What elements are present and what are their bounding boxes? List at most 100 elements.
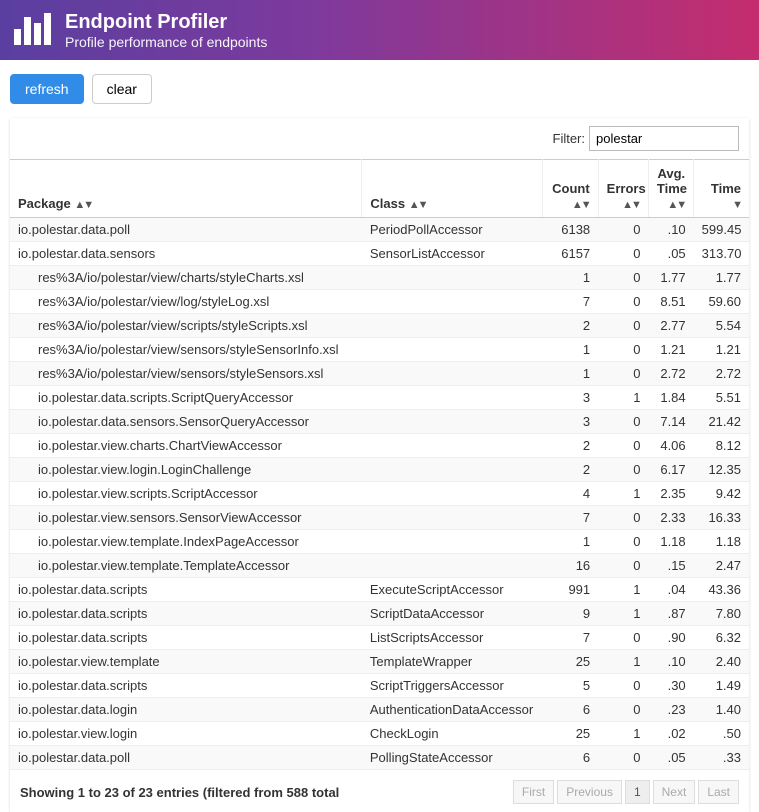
column-header-avg-time[interactable]: Avg. Time ▲▼ <box>648 160 693 218</box>
cell-errors: 0 <box>598 218 648 242</box>
cell-errors: 1 <box>598 482 648 506</box>
refresh-button[interactable]: refresh <box>10 74 84 104</box>
column-header-count[interactable]: Count ▲▼ <box>543 160 598 218</box>
cell-errors: 0 <box>598 674 648 698</box>
cell-errors: 0 <box>598 242 648 266</box>
cell-errors: 1 <box>598 578 648 602</box>
cell-count: 6157 <box>543 242 598 266</box>
table-row[interactable]: io.polestar.view.scripts.ScriptAccessor 4… <box>10 482 749 506</box>
pagination: First Previous 1 Next Last <box>513 780 739 804</box>
cell-package: io.polestar.data.poll <box>10 746 362 770</box>
table-row[interactable]: io.polestar.view.sensors.SensorViewAcces… <box>10 506 749 530</box>
page-previous-button[interactable]: Previous <box>557 780 622 804</box>
cell-count: 3 <box>543 410 598 434</box>
cell-time: 313.70 <box>694 242 749 266</box>
cell-time: 7.80 <box>694 602 749 626</box>
cell-class: ListScriptsAccessor <box>362 626 543 650</box>
table-row[interactable]: io.polestar.data.scriptsScriptTriggersAc… <box>10 674 749 698</box>
table-info: Showing 1 to 23 of 23 entries (filtered … <box>20 785 339 800</box>
cell-time: 6.32 <box>694 626 749 650</box>
cell-count: 2 <box>543 314 598 338</box>
cell-errors: 0 <box>598 410 648 434</box>
cell-count: 991 <box>543 578 598 602</box>
cell-count: 1 <box>543 530 598 554</box>
cell-package: io.polestar.view.scripts.ScriptAccessor <box>10 482 362 506</box>
table-row[interactable]: io.polestar.data.scriptsScriptDataAccess… <box>10 602 749 626</box>
cell-count: 1 <box>543 362 598 386</box>
cell-count: 6 <box>543 698 598 722</box>
table-row[interactable]: res%3A/io/polestar/view/scripts/styleScr… <box>10 314 749 338</box>
cell-time: .33 <box>694 746 749 770</box>
column-header-class[interactable]: Class ▲▼ <box>362 160 543 218</box>
cell-class: PollingStateAccessor <box>362 746 543 770</box>
cell-class: CheckLogin <box>362 722 543 746</box>
table-row[interactable]: io.polestar.data.sensorsSensorListAccess… <box>10 242 749 266</box>
cell-package: io.polestar.data.scripts <box>10 578 362 602</box>
table-row[interactable]: io.polestar.data.scriptsExecuteScriptAcc… <box>10 578 749 602</box>
cell-time: 1.49 <box>694 674 749 698</box>
cell-class <box>362 362 543 386</box>
cell-avg-time: .30 <box>648 674 693 698</box>
cell-time: 5.51 <box>694 386 749 410</box>
table-row[interactable]: res%3A/io/polestar/view/sensors/styleSen… <box>10 362 749 386</box>
cell-package: res%3A/io/polestar/view/sensors/styleSen… <box>10 338 362 362</box>
table-row[interactable]: io.polestar.view.charts.ChartViewAccesso… <box>10 434 749 458</box>
table-row[interactable]: io.polestar.view.template.IndexPageAcces… <box>10 530 749 554</box>
cell-time: 1.18 <box>694 530 749 554</box>
page-first-button[interactable]: First <box>513 780 554 804</box>
table-row[interactable]: res%3A/io/polestar/view/log/styleLog.xsl… <box>10 290 749 314</box>
sort-icon: ▲▼ <box>622 199 640 211</box>
table-row[interactable]: io.polestar.data.pollPeriodPollAccessor6… <box>10 218 749 242</box>
table-row[interactable]: io.polestar.data.scriptsListScriptsAcces… <box>10 626 749 650</box>
cell-time: 2.72 <box>694 362 749 386</box>
column-header-errors[interactable]: Errors ▲▼ <box>598 160 648 218</box>
table-row[interactable]: io.polestar.view.loginCheckLogin251.02.5… <box>10 722 749 746</box>
cell-avg-time: 6.17 <box>648 458 693 482</box>
cell-package: io.polestar.data.sensors <box>10 242 362 266</box>
cell-class <box>362 266 543 290</box>
cell-avg-time: .15 <box>648 554 693 578</box>
table-row[interactable]: io.polestar.view.template.TemplateAccess… <box>10 554 749 578</box>
cell-class <box>362 290 543 314</box>
table-row[interactable]: res%3A/io/polestar/view/charts/styleChar… <box>10 266 749 290</box>
filter-label: Filter: <box>553 131 586 146</box>
cell-errors: 0 <box>598 746 648 770</box>
table-row[interactable]: io.polestar.data.loginAuthenticationData… <box>10 698 749 722</box>
filter-input[interactable] <box>589 126 739 151</box>
clear-button[interactable]: clear <box>92 74 152 104</box>
table-row[interactable]: io.polestar.view.login.LoginChallenge206… <box>10 458 749 482</box>
cell-avg-time: 1.21 <box>648 338 693 362</box>
page-next-button[interactable]: Next <box>653 780 696 804</box>
table-row[interactable]: io.polestar.data.sensors.SensorQueryAcce… <box>10 410 749 434</box>
cell-package: io.polestar.data.scripts.ScriptQueryAcce… <box>10 386 362 410</box>
table-row[interactable]: io.polestar.data.pollPollingStateAccesso… <box>10 746 749 770</box>
column-header-package[interactable]: Package ▲▼ <box>10 160 362 218</box>
cell-class: ScriptTriggersAccessor <box>362 674 543 698</box>
cell-package: io.polestar.data.scripts <box>10 602 362 626</box>
cell-package: io.polestar.data.login <box>10 698 362 722</box>
cell-count: 2 <box>543 458 598 482</box>
cell-class <box>362 338 543 362</box>
column-header-time[interactable]: Time ▼ <box>694 160 749 218</box>
cell-time: 2.47 <box>694 554 749 578</box>
table-row[interactable]: io.polestar.view.templateTemplateWrapper… <box>10 650 749 674</box>
table-row[interactable]: io.polestar.data.scripts.ScriptQueryAcce… <box>10 386 749 410</box>
cell-avg-time: 1.84 <box>648 386 693 410</box>
cell-errors: 0 <box>598 314 648 338</box>
endpoints-table: Package ▲▼ Class ▲▼ Count ▲▼ Errors ▲▼ A… <box>10 159 749 770</box>
data-panel: Filter: Package ▲▼ Class ▲▼ Count ▲▼ <box>10 118 749 812</box>
sort-icon: ▲▼ <box>74 199 92 211</box>
page-current-button[interactable]: 1 <box>625 780 650 804</box>
cell-class <box>362 554 543 578</box>
cell-avg-time: .04 <box>648 578 693 602</box>
cell-package: res%3A/io/polestar/view/log/styleLog.xsl <box>10 290 362 314</box>
table-row[interactable]: res%3A/io/polestar/view/sensors/styleSen… <box>10 338 749 362</box>
cell-avg-time: .05 <box>648 746 693 770</box>
cell-count: 4 <box>543 482 598 506</box>
cell-package: io.polestar.data.scripts <box>10 674 362 698</box>
cell-package: io.polestar.data.sensors.SensorQueryAcce… <box>10 410 362 434</box>
cell-count: 2 <box>543 434 598 458</box>
page-last-button[interactable]: Last <box>698 780 739 804</box>
cell-avg-time: 4.06 <box>648 434 693 458</box>
cell-count: 16 <box>543 554 598 578</box>
